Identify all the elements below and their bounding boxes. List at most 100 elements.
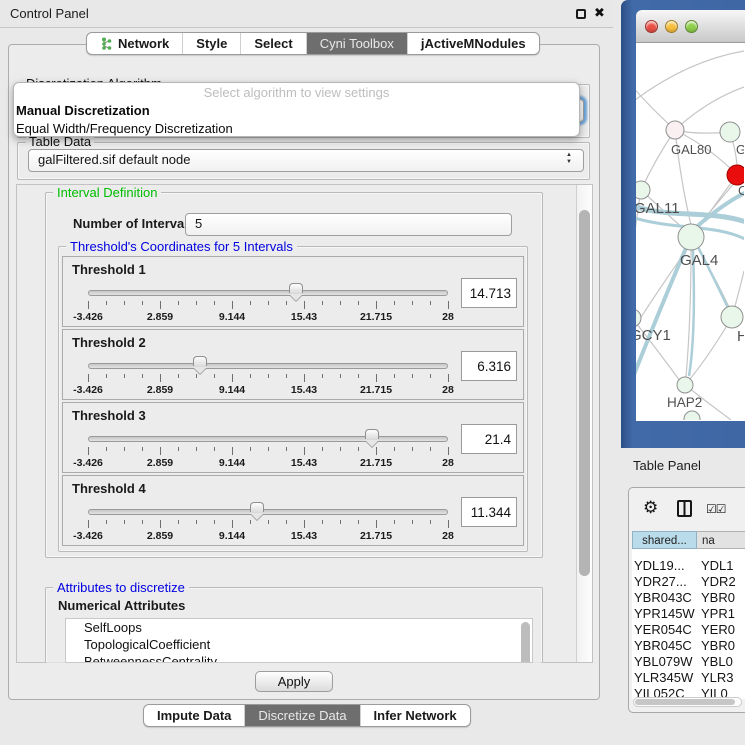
network-view-canvas[interactable]: GAL80 GA GAL11 C GAL4 GCY1 H HAP2 — [636, 43, 745, 421]
slider-tick-label: 15.43 — [291, 311, 317, 323]
split-columns-icon[interactable] — [677, 500, 692, 517]
node-label: GA — [736, 142, 744, 157]
slider-track[interactable] — [88, 290, 448, 296]
scrollbar-thumb[interactable] — [579, 210, 590, 576]
table-row[interactable]: YDL19...YDL1 — [632, 558, 745, 574]
table-rows: YDL19...YDL1YDR27...YDR2YBR043CYBR0YPR14… — [632, 549, 745, 699]
table-row[interactable]: YPR145WYPR1 — [632, 606, 745, 622]
slider-tick — [268, 301, 269, 305]
scrollbar-thumb[interactable] — [635, 699, 735, 705]
table-cell-shared-name[interactable]: YDL19... — [632, 558, 697, 574]
attributes-group-label: Attributes to discretize — [53, 580, 189, 595]
tab-label: Infer Network — [374, 705, 457, 726]
slider-tick — [340, 447, 341, 451]
table-row[interactable]: YER054CYER0 — [632, 622, 745, 638]
threshold-value-input[interactable] — [461, 351, 517, 381]
table-row[interactable]: YBR045CYBR0 — [632, 638, 745, 654]
attribute-list-item[interactable]: TopologicalCoefficient — [66, 636, 532, 653]
tab-infer-network[interactable]: Infer Network — [360, 705, 470, 726]
table-cell-name[interactable]: YBR0 — [697, 590, 745, 606]
gear-icon[interactable]: ⚙ — [643, 498, 658, 518]
network-node — [720, 122, 740, 142]
table-cell-name[interactable]: YPR1 — [697, 606, 745, 622]
table-row[interactable]: YDR27...YDR2 — [632, 574, 745, 590]
threshold-slider[interactable]: -3.4262.8599.14415.4321.71528 — [88, 433, 448, 467]
numerical-attributes-label: Numerical Attributes — [58, 598, 185, 613]
zoom-traffic-light-icon[interactable] — [685, 20, 698, 33]
threshold-label: Threshold 2 — [72, 335, 146, 350]
slider-tick — [232, 447, 233, 455]
threshold-value-input[interactable] — [461, 278, 517, 308]
table-row[interactable]: YBR043CYBR0 — [632, 590, 745, 606]
tab-network[interactable]: Network — [87, 33, 182, 54]
threshold-slider[interactable]: -3.4262.8599.14415.4321.71528 — [88, 506, 448, 540]
number-of-intervals-combobox[interactable]: 5 — [185, 213, 512, 236]
slider-tick — [376, 301, 377, 309]
table-row[interactable]: YLR345WYLR3 — [632, 670, 745, 686]
slider-handle[interactable] — [193, 356, 207, 366]
table-panel: ⚙ ☑☑ shared... na YDL19...YDL1YDR27...YD… — [628, 487, 745, 713]
slider-track[interactable] — [88, 363, 448, 369]
close-icon[interactable]: ✖ — [594, 5, 605, 21]
tab-impute-data[interactable]: Impute Data — [144, 705, 244, 726]
table-row[interactable]: YBL079WYBL0 — [632, 654, 745, 670]
table-cell-shared-name[interactable]: YBL079W — [632, 654, 697, 670]
dropdown-option[interactable]: Manual Discretization — [14, 102, 579, 120]
threshold-value-input[interactable] — [461, 497, 517, 527]
table-cell-shared-name[interactable]: YLR345W — [632, 670, 697, 686]
numerical-attributes-list[interactable]: SelfLoopsTopologicalCoefficientBetweenne… — [65, 618, 533, 663]
table-header-shared-name[interactable]: shared... — [632, 531, 697, 549]
slider-tick — [196, 520, 197, 524]
slider-tick-label: 28 — [442, 457, 454, 469]
threshold-slider[interactable]: -3.4262.8599.14415.4321.71528 — [88, 287, 448, 321]
table-data-combobox[interactable]: galFiltered.sif default node — [28, 149, 584, 172]
slider-tick — [412, 447, 413, 451]
table-cell-name[interactable]: YBL0 — [697, 654, 745, 670]
select-columns-icon[interactable]: ☑☑ — [706, 502, 726, 516]
slider-track[interactable] — [88, 509, 448, 515]
table-cell-shared-name[interactable]: YBR045C — [632, 638, 697, 654]
node-label: HAP2 — [667, 395, 702, 410]
slider-tick-label: 2.859 — [147, 457, 173, 469]
tab-cyni-toolbox[interactable]: Cyni Toolbox — [306, 33, 407, 54]
dropdown-option[interactable]: Equal Width/Frequency Discretization — [14, 120, 579, 137]
tab-style[interactable]: Style — [182, 33, 240, 54]
table-cell-shared-name[interactable]: YER054C — [632, 622, 697, 638]
threshold-value-input[interactable] — [461, 424, 517, 454]
network-node — [721, 306, 743, 328]
table-cell-shared-name[interactable]: YDR27... — [632, 574, 697, 590]
threshold-slider[interactable]: -3.4262.8599.14415.4321.71528 — [88, 360, 448, 394]
network-node — [684, 411, 700, 420]
table-cell-name[interactable]: YBR0 — [697, 638, 745, 654]
slider-tick — [106, 447, 107, 451]
tab-select[interactable]: Select — [240, 33, 305, 54]
slider-handle[interactable] — [365, 429, 379, 439]
table-cell-name[interactable]: YER0 — [697, 622, 745, 638]
apply-button[interactable]: Apply — [255, 671, 333, 692]
slider-tick — [178, 374, 179, 378]
table-cell-shared-name[interactable]: YBR043C — [632, 590, 697, 606]
attribute-list-item[interactable]: BetweennessCentrality — [66, 653, 532, 663]
tab-discretize-data[interactable]: Discretize Data — [244, 705, 359, 726]
network-window-titlebar[interactable] — [636, 10, 745, 43]
slider-track[interactable] — [88, 436, 448, 442]
slider-tick — [124, 447, 125, 451]
horizontal-scrollbar[interactable] — [633, 697, 742, 707]
slider-handle[interactable] — [289, 283, 303, 293]
vertical-scrollbar[interactable] — [576, 185, 592, 662]
slider-tick — [430, 374, 431, 378]
table-cell-shared-name[interactable]: YPR145W — [632, 606, 697, 622]
minimize-traffic-light-icon[interactable] — [665, 20, 678, 33]
node-label: GAL4 — [680, 252, 718, 269]
float-window-icon[interactable] — [576, 9, 586, 19]
close-traffic-light-icon[interactable] — [645, 20, 658, 33]
slider-handle[interactable] — [250, 502, 264, 512]
tab-jactivemnodules[interactable]: jActiveMNodules — [407, 33, 539, 54]
slider-tick-label: 9.144 — [219, 530, 245, 542]
list-scrollbar-thumb[interactable] — [521, 622, 530, 663]
table-cell-name[interactable]: YDR2 — [697, 574, 745, 590]
table-cell-name[interactable]: YLR3 — [697, 670, 745, 686]
table-cell-name[interactable]: YDL1 — [697, 558, 745, 574]
attribute-list-item[interactable]: SelfLoops — [66, 619, 532, 636]
table-header-name[interactable]: na — [697, 531, 745, 549]
